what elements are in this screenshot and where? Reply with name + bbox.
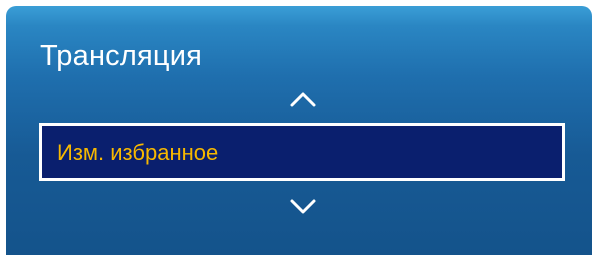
menu-item-edit-favorites[interactable]: Изм. избранное: [39, 123, 565, 181]
menu-title: Трансляция: [40, 40, 202, 72]
scroll-down-button[interactable]: [289, 198, 317, 216]
scroll-up-button[interactable]: [289, 90, 317, 108]
menu-item-label: Изм. избранное: [57, 140, 219, 165]
chevron-up-icon: [290, 92, 316, 107]
osd-menu-panel: Трансляция Изм. избранное: [6, 6, 592, 255]
chevron-down-icon: [290, 199, 316, 214]
